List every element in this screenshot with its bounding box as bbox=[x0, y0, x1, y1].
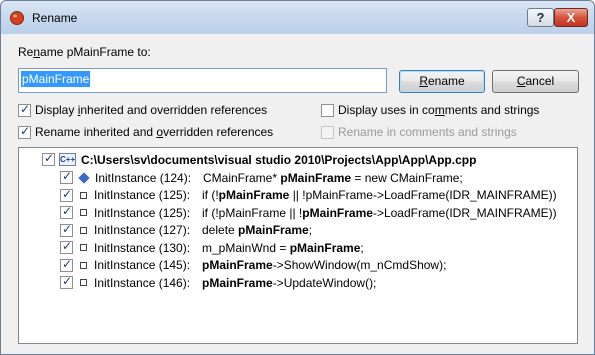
tomato-app-icon bbox=[10, 11, 24, 25]
rename-button[interactable]: Rename bbox=[399, 70, 485, 93]
code-after: ->LoadFrame(IDR_MAINFRAME)) bbox=[372, 205, 557, 220]
cancel-label: ancel bbox=[525, 74, 555, 88]
display-inherited-option[interactable]: Display inherited and overridden referen… bbox=[18, 102, 267, 118]
reference-code: CMainFrame* pMainFrame = new CMainFrame; bbox=[203, 171, 463, 185]
code-match: pMainFrame bbox=[289, 240, 361, 255]
file-path: C:\Users\sv\documents\visual studio 2010… bbox=[81, 152, 477, 167]
reference-code: if (!pMainFrame || !pMainFrame->LoadFram… bbox=[202, 206, 557, 220]
close-button[interactable]: X bbox=[554, 8, 588, 27]
rename-inherited-option[interactable]: Rename inherited and overridden referenc… bbox=[18, 124, 273, 140]
rename-comments-label: Rename in comments and strings bbox=[338, 125, 517, 139]
rename-label: ename bbox=[427, 74, 465, 88]
reference-row[interactable]: InitInstance (146): pMainFrame->UpdateWin… bbox=[60, 274, 376, 291]
code-match: pMainFrame bbox=[238, 223, 309, 237]
code-after: ->UpdateWindow(); bbox=[272, 275, 377, 290]
rename-prompt-label: Rename pMainFrame to: bbox=[18, 45, 151, 59]
reference-code: if (!pMainFrame || !pMainFrame->LoadFram… bbox=[202, 188, 557, 202]
code-after: ; bbox=[308, 223, 313, 237]
label-part: ments and strings bbox=[444, 103, 540, 117]
reference-checkbox[interactable] bbox=[60, 274, 73, 289]
references-tree[interactable]: C++ C:\Users\sv\documents\visual studio … bbox=[18, 147, 578, 344]
rename-comments-checkbox bbox=[321, 125, 334, 139]
square-icon bbox=[80, 226, 87, 234]
reference-location: InitInstance (146): bbox=[94, 275, 191, 290]
code-after: ->ShowWindow(m_nCmdShow); bbox=[272, 258, 447, 272]
reference-checkbox[interactable] bbox=[60, 239, 73, 254]
code-after: || !pMainFrame->LoadFrame(IDR_MAINFRAME)… bbox=[289, 188, 557, 202]
code-match: pMainFrame bbox=[218, 188, 290, 202]
rename-inherited-checkbox[interactable] bbox=[18, 124, 31, 139]
window-title: Rename bbox=[32, 11, 78, 25]
file-node[interactable]: C++ C:\Users\sv\documents\visual studio … bbox=[42, 151, 476, 168]
reference-checkbox[interactable] bbox=[60, 204, 73, 219]
square-icon bbox=[80, 209, 87, 216]
code-match: pMainFrame bbox=[302, 205, 373, 220]
code-after: ; bbox=[360, 240, 364, 255]
code-match: pMainFrame bbox=[202, 275, 273, 290]
square-icon bbox=[80, 191, 87, 199]
cancel-button[interactable]: Cancel bbox=[492, 70, 579, 93]
code-after: = new CMainFrame; bbox=[351, 170, 463, 185]
code-before: m_pMainWnd = bbox=[202, 240, 290, 255]
diamond-icon bbox=[78, 171, 90, 184]
reference-location: InitInstance (125): bbox=[94, 205, 191, 220]
reference-checkbox[interactable] bbox=[60, 257, 73, 272]
code-before: if (!pMainFrame || ! bbox=[202, 205, 303, 220]
reference-checkbox[interactable] bbox=[60, 169, 73, 184]
reference-row[interactable]: InitInstance (125): if (!pMainFrame || !p… bbox=[60, 187, 557, 204]
reference-location: InitInstance (124): bbox=[95, 170, 192, 185]
label-mnemonic: m bbox=[434, 103, 445, 117]
title-bar[interactable]: Rename ? X bbox=[1, 1, 594, 34]
new-name-value: pMainFrame bbox=[21, 71, 91, 87]
reference-code: pMainFrame->UpdateWindow(); bbox=[202, 276, 376, 290]
reference-checkbox[interactable] bbox=[60, 187, 73, 202]
rename-comments-option: Rename in comments and strings bbox=[321, 124, 517, 140]
reference-code: m_pMainWnd = pMainFrame; bbox=[202, 241, 364, 255]
display-uses-option[interactable]: Display uses in comments and strings bbox=[321, 102, 539, 118]
reference-location: InitInstance (130): bbox=[94, 240, 191, 255]
label-part: verridden references bbox=[163, 125, 274, 139]
reference-location: InitInstance (145): bbox=[94, 258, 191, 272]
reference-location: InitInstance (127): bbox=[94, 223, 191, 237]
code-before: if (! bbox=[202, 188, 219, 202]
label-part: Display uses in co bbox=[338, 103, 435, 117]
label-part: Rename inherited and bbox=[35, 125, 157, 139]
reference-row[interactable]: InitInstance (125): if (!pMainFrame || !p… bbox=[60, 204, 557, 221]
rename-dialog: Rename ? X Rename pMainFrame to: pMainFr… bbox=[0, 0, 595, 355]
display-inherited-checkbox[interactable] bbox=[18, 102, 31, 117]
new-name-input[interactable]: pMainFrame bbox=[18, 68, 387, 93]
reference-code: delete pMainFrame; bbox=[202, 223, 312, 237]
reference-checkbox[interactable] bbox=[60, 222, 73, 237]
display-uses-checkbox[interactable] bbox=[321, 103, 334, 117]
reference-row[interactable]: InitInstance (145): pMainFrame->ShowWindo… bbox=[60, 257, 446, 274]
file-checkbox[interactable] bbox=[42, 151, 55, 166]
reference-row[interactable]: InitInstance (127): delete pMainFrame; bbox=[60, 222, 312, 239]
reference-row[interactable]: InitInstance (130): m_pMainWnd = pMainFra… bbox=[60, 239, 364, 256]
label-part: Display bbox=[35, 103, 78, 117]
rename-inherited-label: Rename inherited and overridden referenc… bbox=[35, 125, 273, 139]
square-icon bbox=[80, 279, 87, 286]
rename-mnemonic: R bbox=[419, 74, 428, 88]
cpp-file-icon: C++ bbox=[59, 153, 76, 166]
square-icon bbox=[80, 244, 87, 251]
code-before: delete bbox=[202, 223, 239, 237]
help-button[interactable]: ? bbox=[527, 8, 554, 27]
code-match: pMainFrame bbox=[280, 170, 352, 185]
code-match: pMainFrame bbox=[202, 258, 273, 272]
display-uses-label: Display uses in comments and strings bbox=[338, 103, 539, 117]
square-icon bbox=[80, 261, 87, 269]
reference-code: pMainFrame->ShowWindow(m_nCmdShow); bbox=[202, 258, 446, 272]
code-before: CMainFrame* bbox=[203, 170, 281, 185]
label-part: nherited and overridden references bbox=[80, 103, 268, 117]
prompt-text-start: Re bbox=[18, 45, 34, 59]
reference-location: InitInstance (125): bbox=[94, 188, 191, 202]
display-inherited-label: Display inherited and overridden referen… bbox=[35, 103, 267, 117]
reference-row[interactable]: InitInstance (124): CMainFrame* pMainFram… bbox=[60, 169, 463, 186]
prompt-text-end: ame pMainFrame to: bbox=[40, 45, 151, 59]
